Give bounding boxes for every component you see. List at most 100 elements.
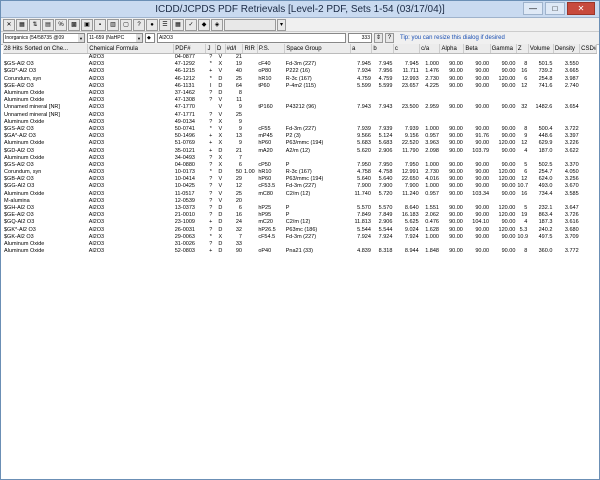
column-header[interactable]: Gamma [490, 44, 517, 54]
results-table-container[interactable]: 28 Hits Sorted on Che... Chemical Formula… [3, 44, 597, 477]
table-row[interactable]: Unnamed mineral [NR] Al2O3 47-1770 V 9 tP160 P… [3, 104, 597, 111]
table-cell: $GS-Al2 O3 [4, 161, 34, 168]
column-header[interactable]: P.S. [257, 44, 286, 54]
table-cell: 7.900 [357, 183, 371, 190]
toolbar-text-field[interactable] [224, 18, 276, 31]
sort-icon[interactable]: ⇅ [29, 18, 41, 31]
table-cell: 8 [238, 90, 242, 97]
column-header[interactable]: PDF# [173, 44, 207, 54]
elements-select[interactable]: 11-659 (NaHPC ▼ [87, 33, 143, 43]
structure-icon[interactable]: ◈ [211, 18, 223, 31]
table-row[interactable]: $GD-Al2 O3 Al2O3 35-0121 + D 21 mA20 A2/m (12) 5… [3, 147, 597, 154]
table-row[interactable]: Unnamed mineral [NR] Al2O3 47-1771? V 25 [3, 112, 597, 119]
table-cell: 90.00 [475, 205, 490, 212]
table-cell [257, 119, 284, 126]
column-header[interactable]: J [205, 44, 217, 54]
export-icon[interactable]: ▥ [107, 18, 119, 31]
table-row[interactable]: $GK*-Al2 O3 Al2O3 26-0031? D 32 hP26.5 P63mc (… [3, 227, 597, 234]
table-row[interactable]: Corundum, syn Al2O3 46-1212 * D 25 hR10 R-3c (1… [3, 76, 597, 83]
column-header[interactable]: Volume [528, 44, 554, 54]
table-row[interactable]: $GD*-Al2 O3 Al2O3 46-1215 + V 40 oP80 P222 (16)… [3, 68, 597, 75]
table-row[interactable]: Aluminum Oxide Al2O3 11-0517? V 25 mC80 C2/m (… [3, 191, 597, 198]
help-icon[interactable]: ? [133, 18, 145, 31]
class-select[interactable]: Inorganics (54/58735 @09 ▼ [3, 33, 85, 43]
list-icon[interactable]: ☰ [159, 18, 171, 31]
column-header[interactable]: Beta [463, 44, 491, 54]
table-row[interactable]: Aluminum Oxide Al2O3 34-0493? X 7 [3, 155, 597, 162]
print-icon[interactable]: ▣ [81, 18, 93, 31]
table-cell: ? [209, 212, 213, 219]
column-header[interactable]: #d/I [225, 44, 244, 54]
window-icon[interactable]: ▢ [120, 18, 132, 31]
column-header[interactable]: b [371, 44, 394, 54]
table-cell: + [209, 140, 213, 147]
options-icon[interactable]: ▦ [172, 18, 184, 31]
stop-icon[interactable]: ● [146, 18, 158, 31]
table-row[interactable]: $GA*-Al2 O3 Al2O3 50-1496 + X 13 mP45 P2 (3) 9.5… [3, 133, 597, 140]
check-icon[interactable]: ✓ [185, 18, 197, 31]
table-cell [393, 241, 419, 248]
column-header[interactable]: Density [553, 44, 581, 54]
table-cell: 4.758 [357, 169, 371, 176]
table-icon[interactable]: ▤ [42, 18, 54, 31]
element-picker-icon[interactable]: ◆ [145, 33, 155, 43]
table-cell: 2.730 [425, 169, 439, 176]
column-header[interactable]: RIR [242, 44, 258, 54]
column-header[interactable]: a [350, 44, 373, 54]
table-row[interactable]: Aluminum Oxide Al2O3 52-0803 + D 90 oP40 Pna21 … [3, 248, 597, 255]
table-row[interactable]: $GE-Al2 O3 Al2O3 21-0010? D 16 hP95 P 7.849 7.84… [3, 212, 597, 219]
table-cell: mP45 [258, 133, 273, 140]
table-cell: 90.00 [501, 190, 516, 197]
table-row[interactable]: $GK-Al2 O3 Al2O3 29-0063 * X 7 cF54.5 Fd-3m (22… [3, 234, 597, 241]
element-icon[interactable]: ◆ [198, 18, 210, 31]
table-row[interactable]: $GQ-Al2 O3 Al2O3 23-1009 + D 24 mC20 C2/m (12) 1… [3, 219, 597, 226]
table-row[interactable]: Aluminum Oxide Al2O3 37-1462? D 8 [3, 90, 597, 97]
table-row[interactable]: $GG-Al2 O3 Al2O3 10-0425? V 12 cF53.5 Fd-3m (2… [3, 183, 597, 190]
table-cell: 90.00 [501, 68, 516, 75]
column-header[interactable]: c [393, 44, 421, 54]
table-row[interactable]: M-alumina Al2O3 12-0539? V 20 [3, 198, 597, 205]
table-cell [372, 155, 393, 162]
column-header[interactable]: 28 Hits Sorted on Che... [3, 44, 89, 54]
count-input[interactable]: 333 [348, 33, 372, 43]
column-header[interactable]: Space Group [284, 44, 351, 54]
close-button[interactable]: ✕ [567, 2, 595, 15]
table-row[interactable]: $GB-Al2 O3 Al2O3 10-0414? V 29 hP60 P63/mmc (1… [3, 176, 597, 183]
minimize-button[interactable]: — [523, 2, 543, 15]
table-row[interactable]: $GH-Al2 O3 Al2O3 13-0373? D 6 hP25 P 5.570 5.570… [3, 205, 597, 212]
table-row[interactable]: Aluminum Oxide Al2O3 47-1308? V 11 [3, 97, 597, 104]
dropdown-arrow-icon[interactable]: ▾ [277, 18, 286, 31]
table-row[interactable]: Aluminum Oxide Al2O3 51-0769 + X 9 hP60 P63/mmc… [3, 140, 597, 147]
column-header[interactable]: Z [516, 44, 529, 54]
table-row[interactable]: $GS-Al2 O3 Al2O3 50-0741 * V 9 cF55 Fd-3m (227)… [3, 126, 597, 133]
table-cell: 3.722 [564, 125, 579, 132]
column-header[interactable]: CSD# [579, 44, 597, 54]
percent-icon[interactable]: % [55, 18, 67, 31]
table-row[interactable]: Al2O3 04-0877? V 21 [3, 54, 597, 62]
grid-icon[interactable]: ▩ [68, 18, 80, 31]
column-header[interactable]: D [215, 44, 226, 54]
table-cell [528, 90, 553, 97]
table-cell [516, 90, 528, 97]
table-row[interactable]: Aluminum Oxide Al2O3 31-0026? D 33 [3, 241, 597, 248]
formula-input[interactable]: Al2O3 [157, 33, 346, 43]
chart-icon[interactable]: ▦ [16, 18, 28, 31]
maximize-button[interactable]: □ [545, 2, 565, 15]
save-icon[interactable]: ▪ [94, 18, 106, 31]
table-row[interactable]: $GS-Al2 O3 Al2O3 04-0880? X 6 cP50 P 7.950 7.950… [3, 162, 597, 169]
clear-icon[interactable]: ✕ [3, 18, 15, 31]
table-row[interactable]: $GE-Al2 O3 Al2O3 46-1131 I D 64 tP60 P-4m2 (115… [3, 83, 597, 90]
table-cell [393, 198, 419, 205]
spinner-icon[interactable]: ⇕ [374, 33, 383, 43]
table-row[interactable]: Aluminum Oxide Al2O3 49-0134? X 9 [3, 119, 597, 126]
column-header[interactable]: c/a [419, 44, 441, 54]
table-cell: hR10 [258, 169, 272, 176]
table-row[interactable]: $GS-Al2 O3 Al2O3 47-1292 * X 19 cF40 Fd-3m (227… [3, 61, 597, 68]
table-row[interactable]: Corundum, syn Al2O3 10-0173 * D 50 1.00 hR10 R-3… [3, 169, 597, 176]
column-header[interactable]: Chemical Formula [87, 44, 175, 54]
table-cell: 7.924 [357, 233, 371, 240]
column-header[interactable]: Alpha [439, 44, 465, 54]
table-cell [516, 198, 528, 205]
table-cell [3, 54, 88, 62]
table-cell: Al2O3 [88, 212, 105, 219]
